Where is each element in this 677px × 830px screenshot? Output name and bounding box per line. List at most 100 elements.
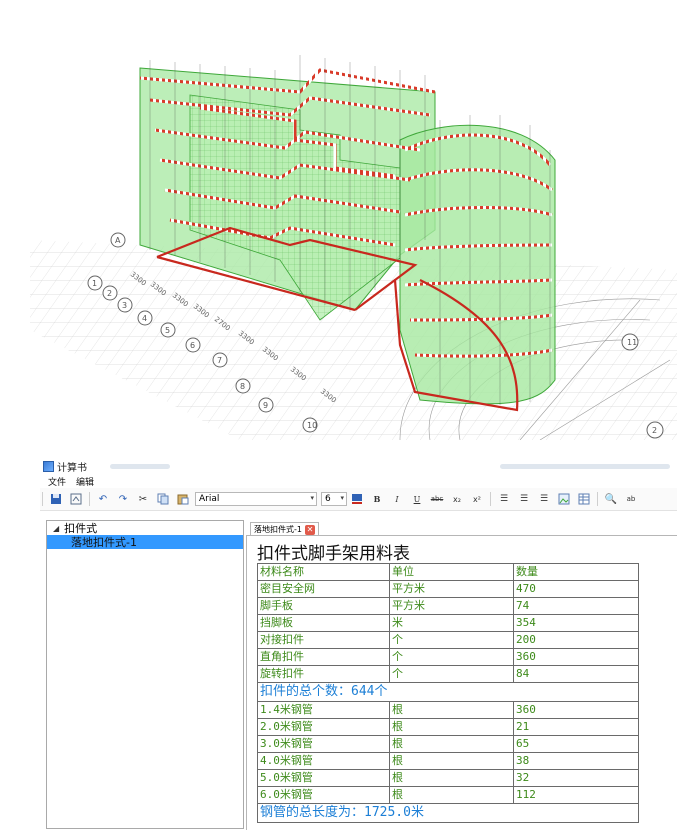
cell-material: 1.4米钢管	[257, 701, 390, 719]
table-header: 单位	[389, 563, 514, 581]
tree-node-label: 落地扣件式-1	[71, 536, 137, 549]
strikethrough-icon[interactable]: abc	[429, 491, 445, 507]
font-size-select[interactable]: 6 ▾	[321, 492, 347, 506]
summary-row: 钢管的总长度为：1725.0米	[257, 803, 639, 823]
toolbar-separator	[490, 492, 491, 506]
table-header: 材料名称	[257, 563, 390, 581]
table-row: 挡脚板米 354	[257, 614, 639, 632]
undo-icon[interactable]: ↶	[95, 491, 111, 507]
underline-icon[interactable]: U	[409, 491, 425, 507]
cell-quantity: 38	[513, 752, 639, 770]
axis-label: 9	[263, 401, 268, 410]
axis-label: 8	[240, 382, 245, 391]
cell-material: 3.0米钢管	[257, 735, 390, 753]
insert-table-icon[interactable]	[576, 491, 592, 507]
bold-icon[interactable]: B	[369, 491, 385, 507]
tab-label: 落地扣件式-1	[254, 525, 302, 534]
scaffold-model-render[interactable]: A 1 2 3 4 5 6 7 8 9 10 11 2 3300 3300 33…	[0, 0, 677, 440]
toolbar-separator	[42, 492, 43, 506]
axis-label: 10	[307, 421, 317, 430]
close-icon[interactable]: ✕	[304, 524, 315, 535]
app-icon	[43, 460, 54, 472]
document-tab[interactable]: 落地扣件式-1 ✕	[250, 522, 319, 536]
cell-unit: 个	[389, 631, 514, 649]
insert-image-icon[interactable]	[556, 491, 572, 507]
cell-unit: 根	[389, 735, 514, 753]
cell-unit: 根	[389, 786, 514, 804]
cell-unit: 根	[389, 718, 514, 736]
cell-unit: 个	[389, 648, 514, 666]
cell-quantity: 354	[513, 614, 639, 632]
cell-unit: 平方米	[389, 597, 514, 615]
collapse-triangle-icon[interactable]: ◢	[53, 524, 59, 533]
document-title: 扣件式脚手架用料表	[257, 544, 410, 564]
cell-quantity: 65	[513, 735, 639, 753]
align-right-icon[interactable]: ☰	[536, 491, 552, 507]
axis-label: A	[115, 236, 121, 245]
calculation-tree: ◢ 扣件式 落地扣件式-1	[46, 520, 244, 829]
font-size-value: 6	[325, 494, 331, 504]
axis-label: 7	[217, 356, 222, 365]
table-row: 对接扣件个 200	[257, 631, 639, 649]
cell-unit: 根	[389, 769, 514, 787]
redo-icon[interactable]: ↷	[115, 491, 131, 507]
title-bar: 计算书	[40, 458, 677, 474]
3d-viewport[interactable]: A 1 2 3 4 5 6 7 8 9 10 11 2 3300 3300 33…	[0, 0, 677, 440]
font-name-value: Arial	[199, 494, 220, 504]
italic-icon[interactable]: I	[389, 491, 405, 507]
cell-material: 4.0米钢管	[257, 752, 390, 770]
copy-icon[interactable]	[155, 491, 171, 507]
subscript-icon[interactable]: x₂	[449, 491, 465, 507]
font-name-select[interactable]: Arial ▾	[195, 492, 317, 506]
axis-label: 6	[190, 341, 195, 350]
axis-label: 2	[652, 426, 657, 435]
cell-quantity: 470	[513, 580, 639, 598]
pipe-total-length: 钢管的总长度为：1725.0米	[257, 803, 639, 823]
menu-bar: 文件 编辑	[40, 474, 677, 488]
align-center-icon[interactable]: ☰	[516, 491, 532, 507]
table-header-row: 材料名称 单位 数量	[257, 563, 639, 581]
paste-icon[interactable]	[175, 491, 191, 507]
superscript-icon[interactable]: x²	[469, 491, 485, 507]
table-header: 数量	[513, 563, 639, 581]
menu-edit[interactable]: 编辑	[76, 475, 94, 488]
table-row: 旋转扣件个 84	[257, 665, 639, 683]
cell-unit: 米	[389, 614, 514, 632]
find-icon[interactable]: 🔍	[603, 491, 619, 507]
cell-quantity: 360	[513, 701, 639, 719]
document-panel: 落地扣件式-1 ✕ 扣件式脚手架用料表 材料名称 单位 数量 密目安全网 平方米 4…	[246, 520, 677, 830]
cell-material: 直角扣件	[257, 648, 390, 666]
report-window: 计算书 文件 编辑 ↶ ↷ ✂ Arial ▾ 6 ▾ B I U abc x₂ x…	[40, 458, 677, 830]
align-left-icon[interactable]: ☰	[496, 491, 512, 507]
cell-material: 对接扣件	[257, 631, 390, 649]
materials-table: 材料名称 单位 数量 密目安全网 平方米 470 脚手板 平方米 74 挡脚板米 354 …	[257, 563, 639, 823]
replace-icon[interactable]: ab	[623, 491, 639, 507]
blurred-region	[110, 464, 170, 469]
cell-quantity: 112	[513, 786, 639, 804]
fastener-total: 扣件的总个数：644个	[257, 682, 639, 702]
tree-node-selected[interactable]: 落地扣件式-1	[47, 535, 243, 549]
axis-label: 11	[627, 338, 637, 347]
window-title: 计算书	[57, 462, 87, 474]
table-row: 3.0米钢管根 65	[257, 735, 639, 753]
cell-material: 2.0米钢管	[257, 718, 390, 736]
cell-quantity: 32	[513, 769, 639, 787]
cell-unit: 根	[389, 752, 514, 770]
cell-unit: 根	[389, 701, 514, 719]
cell-material: 脚手板	[257, 597, 390, 615]
cell-quantity: 21	[513, 718, 639, 736]
chevron-down-icon: ▾	[340, 494, 344, 502]
axis-label: 2	[107, 289, 112, 298]
tree-node-root[interactable]: ◢ 扣件式	[47, 521, 243, 535]
document-body[interactable]: 扣件式脚手架用料表 材料名称 单位 数量 密目安全网 平方米 470 脚手板 平方米 7…	[246, 535, 677, 830]
export-icon[interactable]	[68, 491, 84, 507]
axis-label: 1	[92, 279, 97, 288]
summary-row: 扣件的总个数：644个	[257, 682, 639, 702]
cell-material: 密目安全网	[257, 580, 390, 598]
font-color-icon[interactable]	[349, 491, 365, 507]
save-icon[interactable]	[48, 491, 64, 507]
toolbar-separator	[597, 492, 598, 506]
toolbar-separator	[89, 492, 90, 506]
menu-file[interactable]: 文件	[48, 475, 66, 488]
cut-icon[interactable]: ✂	[135, 491, 151, 507]
